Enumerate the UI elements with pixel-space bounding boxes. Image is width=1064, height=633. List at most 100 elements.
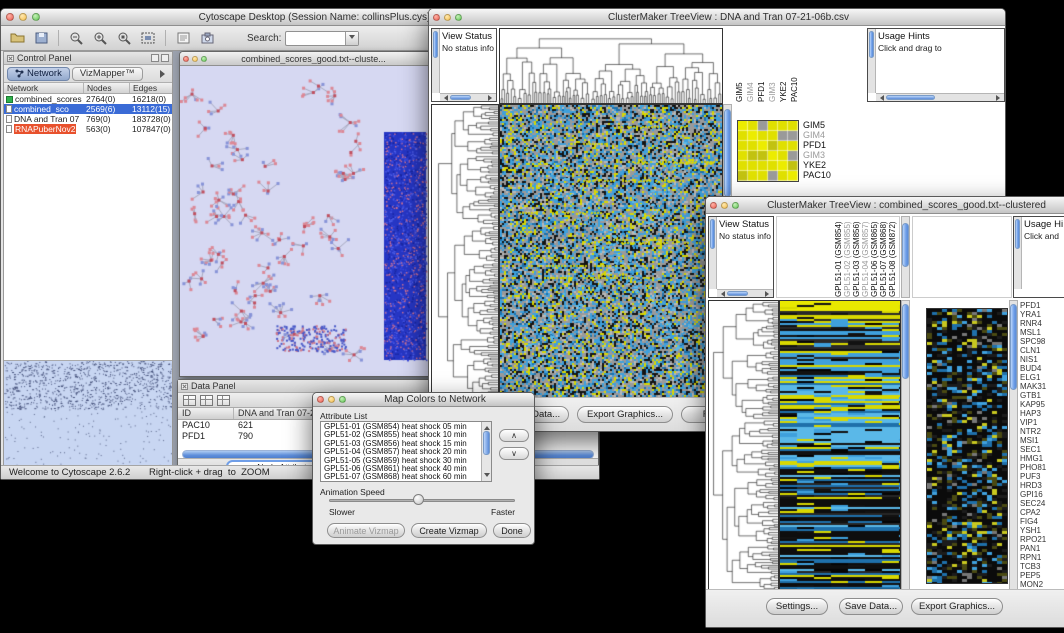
zoom-selected-icon[interactable] [114,29,134,47]
gene-label[interactable]: NTR2 [1020,427,1064,436]
zoom-button[interactable] [339,396,346,403]
gene-label[interactable]: FIG4 [1020,517,1064,526]
gene-label[interactable]: PUF3 [1020,472,1064,481]
minimize-button[interactable] [721,202,728,209]
gene-label[interactable]: PFD1 [1020,301,1064,310]
minimize-button[interactable] [328,396,335,403]
search-input[interactable] [285,31,359,46]
experiment-column-label[interactable]: GPL51-02 (GSM855) [843,219,852,297]
vertical-scrollbar[interactable] [432,29,440,93]
zoom-button[interactable] [732,202,739,209]
tab-vizmapper[interactable]: VizMapper™ [72,67,143,81]
column-id[interactable]: ID [178,408,234,419]
attribute-item[interactable]: GPL51-01 (GSM854) heat shock 05 min [322,423,481,431]
gene-label[interactable]: PHO81 [1020,463,1064,472]
gene-label[interactable]: CPA2 [1020,508,1064,517]
vertical-scrollbar[interactable] [901,216,910,298]
done-button[interactable]: Done [493,523,531,538]
gene-label[interactable]: PAN1 [1020,544,1064,553]
panel-float-icon[interactable] [151,54,159,62]
cluster-row-label[interactable]: GIM4 [803,130,831,140]
zoom-button[interactable] [455,14,462,21]
gene-label[interactable]: VIP1 [1020,418,1064,427]
row-dendrogram[interactable] [431,104,499,400]
gene-label[interactable]: SPC98 [1020,337,1064,346]
vertical-scrollbar[interactable] [1009,300,1018,590]
gene-label[interactable]: BUD4 [1020,364,1064,373]
gene-label[interactable]: ELG1 [1020,373,1064,382]
scroll-right-icon[interactable] [996,95,1003,101]
cluster-column-label[interactable]: PFD1 [757,30,766,102]
experiment-column-label[interactable]: GPL51-06 (GSM865) [870,219,879,297]
cluster-row-label[interactable]: YKE2 [803,160,831,170]
gene-label[interactable]: HMG1 [1020,454,1064,463]
move-down-button[interactable]: ∨ [499,447,529,460]
experiment-column-label[interactable]: GPL51-03 (GSM856) [852,219,861,297]
cluster-column-label[interactable]: GIM4 [746,30,755,102]
create-attribute-icon[interactable] [200,395,213,406]
minimize-button[interactable] [19,13,27,21]
horizontal-scrollbar[interactable] [876,93,1004,101]
cluster-row-label[interactable]: GIM5 [803,120,831,130]
scroll-down-icon[interactable] [484,473,490,480]
slider-thumb[interactable] [413,494,424,505]
tab-network[interactable]: Network [7,67,70,81]
attribute-item[interactable]: GPL51-02 (GSM855) heat shock 10 min [322,431,481,439]
zoom-button[interactable] [32,13,40,21]
table-row-selected[interactable]: combined_sco 2569(6) 13112(15) [4,104,172,114]
gene-label[interactable]: PEP5 [1020,571,1064,580]
animate-vizmap-button[interactable]: Animate Vizmap [327,523,405,538]
network-overview-panel[interactable] [4,360,172,475]
gene-label[interactable]: MSI1 [1020,436,1064,445]
gene-label[interactable]: GTB1 [1020,391,1064,400]
save-data-button[interactable]: Save Data... [839,598,903,615]
scroll-left-icon[interactable] [718,291,725,297]
export-graphics-button[interactable]: Export Graphics... [911,598,1003,615]
experiment-column-label[interactable]: GPL51-07 (GSM868) [879,219,888,297]
cluster-column-label[interactable]: GIM5 [735,30,744,102]
search-dropdown-icon[interactable] [345,32,358,45]
cluster-column-label[interactable]: YKE2 [779,30,788,102]
attribute-listbox[interactable]: GPL51-01 (GSM854) heat shock 05 minGPL51… [320,421,492,482]
heatmap-vertical-scrollbar[interactable] [901,300,910,590]
column-edges[interactable]: Edges [130,83,172,93]
attribute-item[interactable]: GPL51-03 (GSM856) heat shock 15 min [322,440,481,448]
network-graph-canvas[interactable] [180,66,430,376]
table-row[interactable]: combined_scores 2764(0) 16218(0) [4,94,172,104]
scroll-right-icon[interactable] [765,291,772,297]
gene-label[interactable]: RPN1 [1020,553,1064,562]
column-dendrogram[interactable] [499,28,723,104]
zoom-out-icon[interactable] [66,29,86,47]
vertical-scrollbar[interactable] [868,29,876,93]
gene-label[interactable]: RNR4 [1020,319,1064,328]
cluster-column-label[interactable]: PAC10 [790,30,799,102]
panel-close-icon[interactable] [7,55,14,62]
tab-scroll-right-icon[interactable] [160,70,169,78]
experiment-column-label[interactable]: GPL51-01 (GSM854) [834,219,843,297]
dialog-titlebar[interactable]: Map Colors to Network [313,393,534,407]
heatmap-main[interactable] [499,104,723,400]
panel-close-icon[interactable] [181,383,188,390]
cluster-column-label[interactable]: GIM3 [768,30,777,102]
delete-attribute-icon[interactable] [217,395,230,406]
horizontal-scrollbar[interactable] [440,93,496,101]
attribute-item[interactable]: GPL51-05 (GSM859) heat shock 30 min [322,457,481,465]
gene-label[interactable]: MON2 [1020,580,1064,589]
gene-label[interactable]: KAP95 [1020,400,1064,409]
create-vizmap-button[interactable]: Create Vizmap [411,523,487,538]
vertical-scrollbar[interactable] [709,217,717,289]
heatmap-main[interactable] [779,300,901,592]
scroll-up-icon[interactable] [484,423,490,430]
row-dendrogram[interactable] [708,300,779,592]
snapshot-icon[interactable] [197,29,217,47]
scroll-right-icon[interactable] [488,95,495,101]
zoom-in-icon[interactable] [90,29,110,47]
attribute-item[interactable]: GPL51-06 (GSM861) heat shock 40 min [322,465,481,473]
cluster-row-label[interactable]: GIM3 [803,150,831,160]
gene-label[interactable]: HAP3 [1020,409,1064,418]
experiment-column-label[interactable]: GPL51-04 (GSM857) [861,219,870,297]
panel-dock-icon[interactable] [161,54,169,62]
treeview-dna-titlebar[interactable]: ClusterMaker TreeView : DNA and Tran 07-… [429,9,1005,26]
cluster-row-label[interactable]: PFD1 [803,140,831,150]
column-nodes[interactable]: Nodes [84,83,130,93]
